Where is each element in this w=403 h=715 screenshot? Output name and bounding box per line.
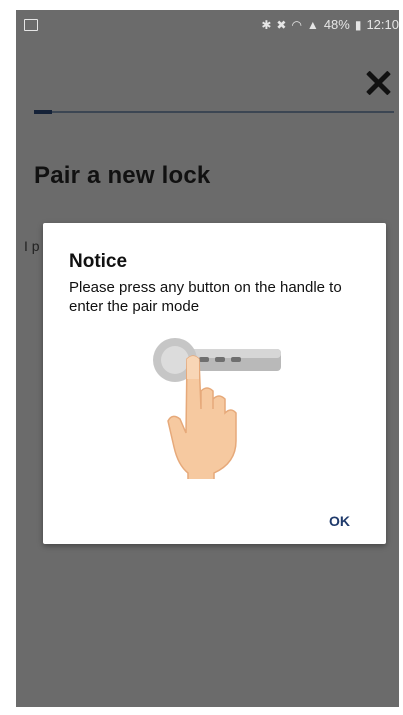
hand-pressing-handle-icon (153, 338, 281, 479)
battery-percent: 48% (323, 17, 350, 32)
status-bar: ✱ ✖ ◠ ▲ 48% ▮ 12:10 (16, 10, 399, 42)
status-icons: ✱ ✖ ◠ ▲ 48% ▮ 12:10 (261, 17, 399, 32)
status-time: 12:10 (366, 17, 399, 32)
image-icon (24, 19, 38, 31)
notice-dialog: Notice Please press any button on the ha… (43, 223, 386, 544)
battery-icon: ▮ (354, 17, 362, 32)
dialog-title: Notice (69, 251, 128, 272)
ok-button[interactable]: OK (327, 509, 352, 533)
page-title: Pair a new lock (34, 162, 211, 189)
signal-icon: ▲ (306, 17, 319, 32)
close-icon[interactable] (365, 70, 391, 96)
bluetooth-icon: ✱ (261, 17, 272, 32)
mute-icon: ✖ (276, 17, 287, 32)
progress-bar (34, 110, 394, 114)
progress-fill (34, 110, 52, 114)
wifi-icon: ◠ (291, 17, 302, 32)
dialog-message: Please press any button on the handle to… (69, 279, 342, 315)
app-screen: ✱ ✖ ◠ ▲ 48% ▮ 12:10 Pair a new lock I p … (16, 10, 399, 707)
